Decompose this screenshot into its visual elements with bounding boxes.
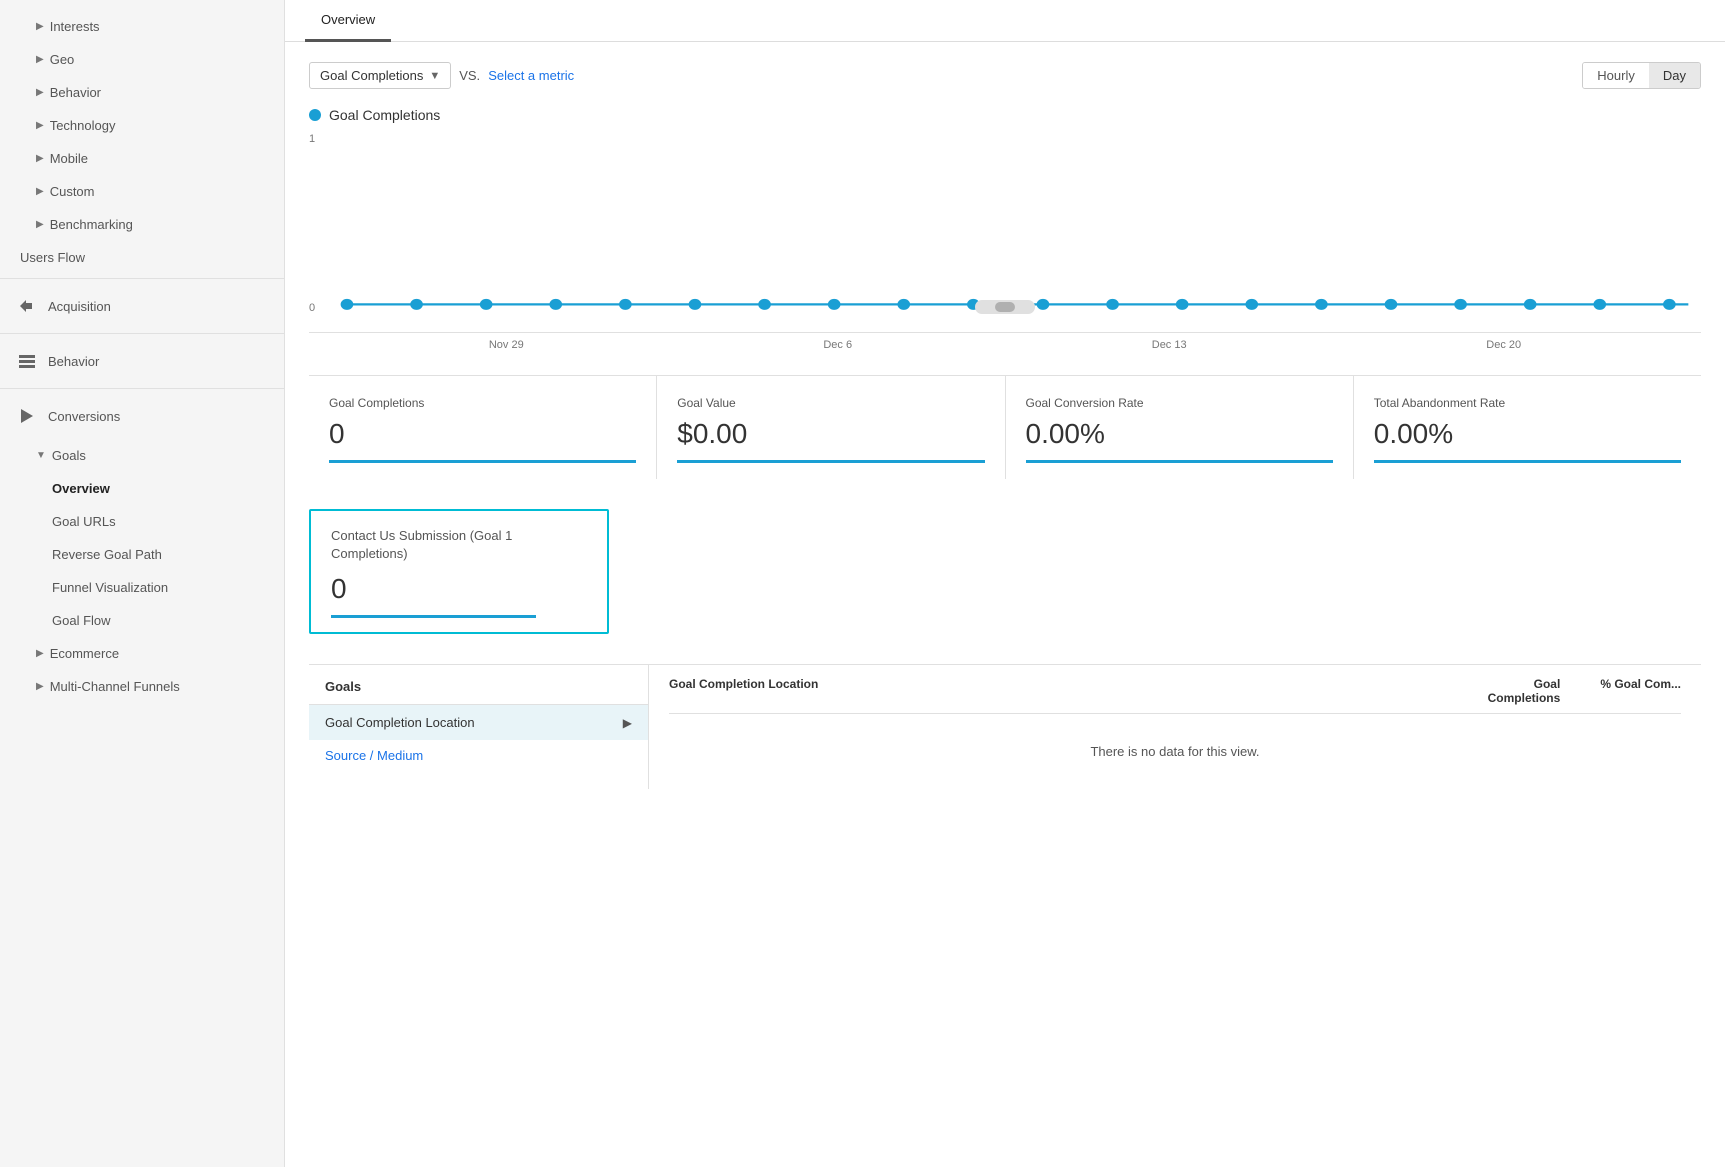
metric-card-value: 0.00% xyxy=(1026,418,1333,450)
goals-nav: Goals Goal Completion Location ▶ Source … xyxy=(309,665,649,789)
acquisition-icon xyxy=(16,295,38,317)
sidebar-item-users-flow[interactable]: Users Flow xyxy=(0,241,284,274)
select-metric-link[interactable]: Select a metric xyxy=(488,68,574,83)
goals-nav-link-source-medium[interactable]: Source / Medium xyxy=(309,740,648,771)
chart-section: Goal Completions 1 xyxy=(309,107,1701,351)
sidebar-item-reverse-goal-path[interactable]: Reverse Goal Path xyxy=(0,538,284,571)
metric-card-value: 0 xyxy=(329,418,636,450)
arrow-icon: ▶ xyxy=(36,219,44,230)
metric-card-label: Goal Value xyxy=(677,396,984,410)
toggle-day[interactable]: Day xyxy=(1649,63,1700,88)
metric-dropdown[interactable]: Goal Completions ▼ xyxy=(309,62,451,89)
chart-legend: Goal Completions xyxy=(309,107,1701,123)
goals-nav-item-completion-location[interactable]: Goal Completion Location ▶ xyxy=(309,705,648,740)
sidebar-item-technology[interactable]: ▶ Technology xyxy=(0,109,284,142)
sidebar: ▶ Interests ▶ Geo ▶ Behavior ▶ Technolog… xyxy=(0,0,285,1167)
sidebar-category-acquisition[interactable]: Acquisition xyxy=(0,283,284,329)
arrow-icon: ▼ xyxy=(36,450,46,461)
metric-card-bar xyxy=(677,460,984,463)
goals-nav-header: Goals xyxy=(309,665,648,705)
sidebar-item-interests[interactable]: ▶ Interests xyxy=(0,10,284,43)
sidebar-item-funnel-visualization[interactable]: Funnel Visualization xyxy=(0,571,284,604)
metric-card-label: Goal Conversion Rate xyxy=(1026,396,1333,410)
sidebar-item-goal-flow[interactable]: Goal Flow xyxy=(0,604,284,637)
table-section: Goal Completion Location Goal Completion… xyxy=(649,665,1701,789)
metrics-row: Goal Completions 0 Goal Value $0.00 Goal… xyxy=(309,375,1701,479)
arrow-icon: ▶ xyxy=(36,681,44,692)
sidebar-divider-3 xyxy=(0,388,284,389)
goal-box-label: Contact Us Submission (Goal 1 Completion… xyxy=(331,527,587,563)
sidebar-divider-2 xyxy=(0,333,284,334)
sidebar-audience-section: ▶ Interests ▶ Geo ▶ Behavior ▶ Technolog… xyxy=(0,10,284,274)
sidebar-item-benchmarking[interactable]: ▶ Benchmarking xyxy=(0,208,284,241)
time-toggles: Hourly Day xyxy=(1582,62,1701,89)
sidebar-item-overview[interactable]: Overview xyxy=(0,472,284,505)
tabs-bar: Overview xyxy=(285,0,1725,42)
goal-box: Contact Us Submission (Goal 1 Completion… xyxy=(309,509,609,634)
chart-x-nov29: Nov 29 xyxy=(489,339,524,351)
sidebar-item-mobile[interactable]: ▶ Mobile xyxy=(0,142,284,175)
sidebar-item-goals[interactable]: ▼ Goals xyxy=(0,439,284,472)
arrow-icon: ▶ xyxy=(36,54,44,65)
table-header-row: Goal Completion Location Goal Completion… xyxy=(669,665,1681,714)
sidebar-item-behavior[interactable]: ▶ Behavior xyxy=(0,76,284,109)
arrow-icon: ▶ xyxy=(36,21,44,32)
sidebar-category-conversions[interactable]: Conversions xyxy=(0,393,284,439)
metric-card-goal-value: Goal Value $0.00 xyxy=(657,376,1005,479)
metric-card-value: 0.00% xyxy=(1374,418,1681,450)
chart-scroll-handle xyxy=(995,302,1015,312)
legend-label: Goal Completions xyxy=(329,107,440,123)
dropdown-arrow-icon: ▼ xyxy=(429,70,440,82)
sidebar-item-geo[interactable]: ▶ Geo xyxy=(0,43,284,76)
vs-label: VS. xyxy=(459,68,480,83)
goal-box-bar xyxy=(331,615,536,618)
chart-y-top: 1 xyxy=(309,133,315,145)
metric-card-conversion-rate: Goal Conversion Rate 0.00% xyxy=(1006,376,1354,479)
metric-card-goal-completions: Goal Completions 0 xyxy=(309,376,657,479)
arrow-icon: ▶ xyxy=(36,648,44,659)
bottom-section: Goals Goal Completion Location ▶ Source … xyxy=(309,664,1701,789)
metric-card-label: Total Abandonment Rate xyxy=(1374,396,1681,410)
metric-selector: Goal Completions ▼ VS. Select a metric xyxy=(309,62,574,89)
nav-arrow-icon: ▶ xyxy=(623,716,632,730)
chart-x-dec6: Dec 6 xyxy=(823,339,852,351)
metric-card-bar xyxy=(1374,460,1681,463)
metric-card-value: $0.00 xyxy=(677,418,984,450)
sidebar-item-goal-urls[interactable]: Goal URLs xyxy=(0,505,284,538)
arrow-icon: ▶ xyxy=(36,87,44,98)
chart-x-labels: Nov 29 Dec 6 Dec 13 Dec 20 xyxy=(309,333,1701,351)
arrow-icon: ▶ xyxy=(36,186,44,197)
table-col-location: Goal Completion Location xyxy=(669,677,818,705)
chart-x-dec13: Dec 13 xyxy=(1152,339,1187,351)
chart-y-bottom: 0 xyxy=(309,302,315,314)
main-content: Overview Goal Completions ▼ VS. Select a… xyxy=(285,0,1725,1167)
table-col-pct-completions: % Goal Com... xyxy=(1600,677,1681,705)
content-area: Goal Completions ▼ VS. Select a metric H… xyxy=(285,42,1725,1167)
metric-card-abandonment-rate: Total Abandonment Rate 0.00% xyxy=(1354,376,1701,479)
sidebar-item-custom[interactable]: ▶ Custom xyxy=(0,175,284,208)
behavior-icon xyxy=(16,350,38,372)
conversions-icon xyxy=(16,405,38,427)
metric-card-bar xyxy=(329,460,636,463)
sidebar-category-behavior[interactable]: Behavior xyxy=(0,338,284,384)
sidebar-divider xyxy=(0,278,284,279)
toggle-hourly[interactable]: Hourly xyxy=(1583,63,1649,88)
metric-card-bar xyxy=(1026,460,1333,463)
chart-container: 1 xyxy=(309,133,1701,333)
sidebar-item-ecommerce[interactable]: ▶ Ecommerce xyxy=(0,637,284,670)
chart-scroll-indicator[interactable] xyxy=(975,300,1035,314)
metric-card-label: Goal Completions xyxy=(329,396,636,410)
chart-x-dec20: Dec 20 xyxy=(1486,339,1521,351)
arrow-icon: ▶ xyxy=(36,153,44,164)
table-col-completions: Goal Completions xyxy=(1488,677,1561,705)
goal-box-value: 0 xyxy=(331,573,587,605)
arrow-icon: ▶ xyxy=(36,120,44,131)
legend-dot xyxy=(309,109,321,121)
sidebar-item-multi-channel[interactable]: ▶ Multi-Channel Funnels xyxy=(0,670,284,703)
top-controls: Goal Completions ▼ VS. Select a metric H… xyxy=(309,62,1701,89)
tab-overview[interactable]: Overview xyxy=(305,0,391,42)
table-no-data: There is no data for this view. xyxy=(669,714,1681,789)
